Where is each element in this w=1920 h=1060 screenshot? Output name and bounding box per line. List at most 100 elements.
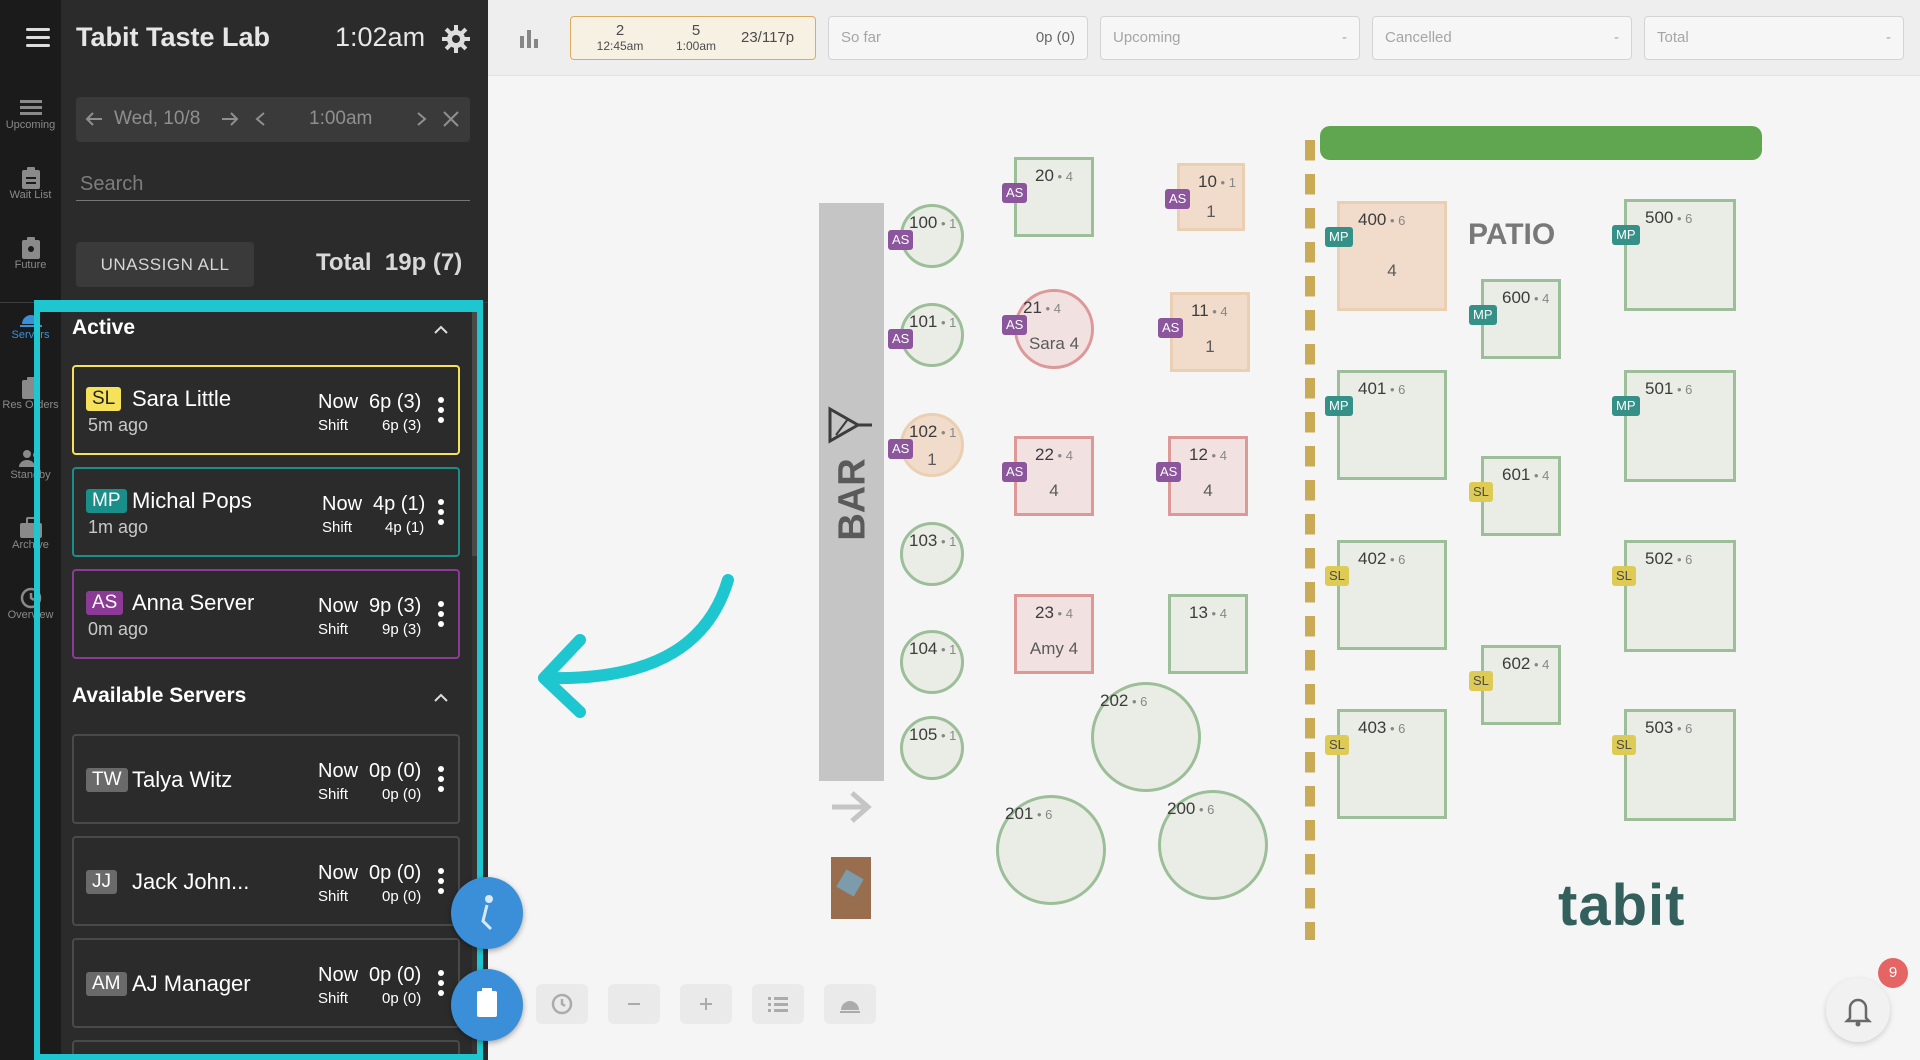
history-icon[interactable] (536, 984, 588, 1024)
date-value[interactable]: Wed, 10/8 (114, 108, 200, 130)
active-section-title: Active (72, 316, 136, 339)
server-card-sara-little[interactable]: SL Sara Little 5m ago Now 6p (3) Shift 6… (72, 365, 460, 455)
cancelled-value: - (1614, 29, 1619, 46)
table-403[interactable]: 403 • 6 (1337, 709, 1447, 819)
server-card-partial[interactable] (72, 1040, 460, 1060)
server-tag: SL (1325, 566, 1349, 586)
server-card-jack-john[interactable]: JJ Jack John... Now 0p (0) Shift 0p (0) (72, 836, 460, 926)
rail-archive[interactable]: Archive (0, 504, 61, 564)
table-number: 402 • 6 (1358, 549, 1405, 569)
time-value[interactable]: 1:00am (309, 108, 372, 130)
now-label: Now (318, 391, 359, 413)
chevron-right-icon[interactable] (414, 107, 430, 137)
table-13[interactable]: 13 • 4 (1168, 594, 1248, 674)
unassign-all-button[interactable]: UNASSIGN ALL (76, 242, 254, 287)
table-number: 600 • 4 (1502, 288, 1549, 308)
table-104[interactable]: 104 • 1 (900, 630, 964, 694)
server-tag: SL (1612, 566, 1636, 586)
table-seats: • 1 (937, 425, 957, 440)
stats-chart-icon[interactable] (518, 28, 540, 48)
table-23[interactable]: 23 • 4 Amy 4 (1014, 594, 1094, 674)
table-seats: • 6 (1673, 721, 1693, 736)
more-options-icon[interactable] (438, 397, 444, 427)
gear-icon[interactable] (441, 24, 471, 54)
add-reservation-button[interactable] (451, 969, 523, 1041)
table-601[interactable]: 601 • 4 (1481, 456, 1561, 536)
server-card-anna-server[interactable]: AS Anna Server 0m ago Now 9p (3) Shift 9… (72, 569, 460, 659)
close-icon[interactable] (440, 107, 462, 137)
server-initials-badge: SL (86, 387, 122, 411)
so-far-box[interactable]: So far 0p (0) (828, 16, 1088, 60)
menu-icon[interactable] (26, 28, 50, 48)
table-number: 105 • 1 (909, 725, 956, 745)
table-500[interactable]: 500 • 6 (1624, 199, 1736, 311)
more-options-icon[interactable] (438, 970, 444, 1000)
server-tag: MP (1325, 227, 1353, 247)
more-options-icon[interactable] (438, 868, 444, 898)
more-options-icon[interactable] (438, 499, 444, 529)
table-number-value: 13 (1189, 603, 1208, 622)
zoom-in-icon[interactable] (680, 984, 732, 1024)
table-202[interactable]: 202 • 6 (1091, 682, 1201, 792)
table-seats: • 6 (1195, 802, 1215, 817)
table-number: 10 • 1 (1198, 172, 1236, 192)
walk-in-button[interactable] (451, 877, 523, 949)
table-103[interactable]: 103 • 1 (900, 522, 964, 586)
table-seats: • 4 (1207, 606, 1227, 621)
rail-standby[interactable]: Standby (0, 434, 61, 494)
server-name: Anna Server (132, 590, 255, 615)
total-box[interactable]: Total - (1644, 16, 1904, 60)
server-tag: SL (1612, 735, 1636, 755)
table-105[interactable]: 105 • 1 (900, 716, 964, 780)
table-401[interactable]: 401 • 6 (1337, 370, 1447, 480)
cancelled-label: Cancelled (1385, 29, 1452, 46)
table-400[interactable]: 400 • 6 4 (1337, 201, 1447, 311)
chevron-up-icon[interactable] (433, 322, 449, 338)
chevron-left-icon[interactable] (252, 107, 268, 137)
cancelled-box[interactable]: Cancelled - (1372, 16, 1632, 60)
zoom-out-icon[interactable] (608, 984, 660, 1024)
timeline-slots[interactable]: 2 12:45am 5 1:00am 23/117p (570, 16, 816, 60)
rail-overview[interactable]: Overview (0, 574, 61, 634)
table-501[interactable]: 501 • 6 (1624, 370, 1736, 482)
table-seats: • 6 (1386, 552, 1406, 567)
table-200[interactable]: 200 • 6 (1158, 790, 1268, 900)
rail-label: Overview (7, 609, 54, 621)
scrollbar-thumb[interactable] (472, 306, 480, 556)
table-number-value: 202 (1100, 691, 1129, 710)
server-card-michal-pops[interactable]: MP Michal Pops 1m ago Now 4p (1) Shift 4… (72, 467, 460, 557)
notifications-bell-icon[interactable] (1826, 978, 1890, 1042)
users-icon (18, 447, 44, 469)
now-value: 0p (0) (369, 760, 422, 782)
server-card-talya-witz[interactable]: TW Talya Witz Now 0p (0) Shift 0p (0) (72, 734, 460, 824)
server-initials-badge: AM (86, 972, 127, 996)
upcoming-box[interactable]: Upcoming - (1100, 16, 1360, 60)
table-guests: 4 (1203, 481, 1213, 500)
rail-future[interactable]: Future (0, 224, 61, 284)
more-options-icon[interactable] (438, 766, 444, 796)
table-seats: • 6 (1673, 552, 1693, 567)
rail-res-orders[interactable]: Res Orders (0, 364, 61, 424)
more-options-icon[interactable] (438, 601, 444, 631)
table-201[interactable]: 201 • 6 (996, 795, 1106, 905)
cloche-icon[interactable] (824, 984, 876, 1024)
table-602[interactable]: 602 • 4 (1481, 645, 1561, 725)
list-view-icon[interactable] (752, 984, 804, 1024)
table-number: 201 • 6 (1005, 804, 1052, 824)
rail-label: Wait List (9, 189, 52, 201)
table-number-value: 21 (1023, 298, 1042, 317)
table-number: 102 • 1 (909, 422, 956, 442)
table-502[interactable]: 502 • 6 (1624, 540, 1736, 652)
arrow-left-icon[interactable] (82, 107, 106, 137)
table-number: 11 • 4 (1191, 301, 1228, 321)
covers-count: 23/117p (741, 29, 795, 46)
arrow-right-icon[interactable] (218, 107, 242, 137)
table-402[interactable]: 402 • 6 (1337, 540, 1447, 650)
table-503[interactable]: 503 • 6 (1624, 709, 1736, 821)
table-seats: • 6 (1386, 721, 1406, 736)
rail-wait-list[interactable]: Wait List (0, 154, 61, 214)
rail-upcoming[interactable]: Upcoming (0, 84, 61, 144)
shift-value: 6p (3) (382, 417, 422, 434)
server-card-aj-manager[interactable]: AM AJ Manager Now 0p (0) Shift 0p (0) (72, 938, 460, 1028)
chevron-up-icon[interactable] (433, 690, 449, 706)
